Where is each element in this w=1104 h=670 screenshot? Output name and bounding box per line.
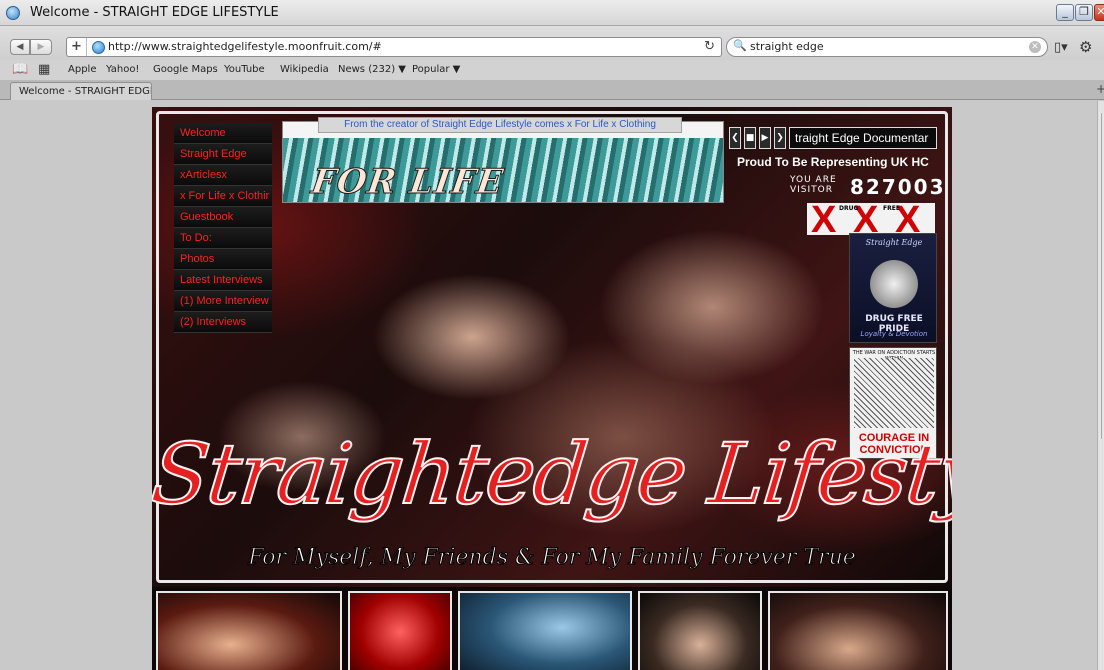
bookmarks-bar: 📖 ▦ Apple Yahoo! Google Maps YouTube Wik…	[0, 60, 1104, 80]
search-icon[interactable]: 🔍	[733, 39, 747, 52]
photo-thumbnail[interactable]	[348, 591, 452, 670]
xxx-word-free: FREE	[883, 205, 900, 212]
clothing-tagline[interactable]: From the creator of Straight Edge Lifest…	[318, 117, 682, 133]
site-nav: Welcome Straight Edge xArticlesx x For L…	[174, 123, 272, 333]
sketch-artwork	[854, 358, 934, 428]
window-title-bar: Welcome - STRAIGHT EDGE LIFESTYLE _ ❐ ✕	[0, 0, 1104, 26]
nav-latest-interviews[interactable]: Latest Interviews	[174, 270, 272, 291]
x-mark-icon: X	[811, 199, 837, 241]
previous-track-button[interactable]: ❮	[729, 127, 741, 149]
page-menu-icon[interactable]: ▯▾	[1054, 40, 1068, 55]
bookmark-yahoo[interactable]: Yahoo!	[106, 64, 139, 75]
photo-thumbnail[interactable]	[156, 591, 342, 670]
photo-thumbnail[interactable]	[638, 591, 762, 670]
reload-icon[interactable]: ↻	[704, 39, 715, 54]
url-text[interactable]: http://www.straightedgelifestyle.moonfru…	[108, 40, 382, 53]
nav-more-interview[interactable]: (1) More Interview	[174, 291, 272, 312]
badge-top-text: Straight Edge	[865, 238, 923, 247]
nav-straight-edge[interactable]: Straight Edge	[174, 144, 272, 165]
window-title: Welcome - STRAIGHT EDGE LIFESTYLE	[30, 5, 279, 20]
clear-search-icon[interactable]: ✕	[1029, 41, 1041, 53]
browser-toolbar: ◀ ▶ + http://www.straightedgelifestyle.m…	[0, 26, 1104, 60]
address-bar[interactable]: + http://www.straightedgelifestyle.moonf…	[66, 37, 722, 57]
bookmark-wikipedia[interactable]: Wikipedia	[280, 64, 329, 75]
lion-icon	[870, 260, 918, 308]
visitor-counter: YOU ARE VISITOR 827003	[790, 175, 944, 199]
nav-photos[interactable]: Photos	[174, 249, 272, 270]
minimize-button[interactable]: _	[1056, 4, 1074, 21]
gear-icon[interactable]: ⚙	[1079, 38, 1092, 56]
scrollbar-thumb[interactable]	[1099, 111, 1104, 441]
banner-logo: FOR LIFE CLOTHING	[303, 162, 532, 203]
close-button[interactable]: ✕	[1094, 4, 1104, 21]
music-player: ❮ ■ ▶ ❯ traight Edge Documentar	[729, 127, 937, 149]
nav-welcome[interactable]: Welcome	[174, 123, 272, 144]
photo-thumbnail[interactable]	[458, 591, 632, 670]
visitor-count: 827003	[850, 175, 946, 199]
bookmark-news[interactable]: News (232) ▼	[338, 64, 406, 75]
bookmark-apple[interactable]: Apple	[68, 64, 96, 75]
search-field[interactable]: 🔍 straight edge ✕	[726, 37, 1048, 57]
page-viewport: Welcome Straight Edge xArticlesx x For L…	[0, 101, 1097, 670]
xxx-word-drug: DRUG	[839, 205, 859, 212]
player-track-title: traight Edge Documentar	[789, 127, 937, 149]
xxx-logo: X X X DRUG FREE	[807, 199, 935, 241]
proud-text: Proud To Be Representing UK HC	[737, 155, 929, 169]
clothing-banner[interactable]: FOR LIFE CLOTHING	[282, 121, 724, 203]
forward-button[interactable]: ▶	[30, 39, 52, 55]
bookmark-youtube[interactable]: YouTube	[224, 64, 265, 75]
maximize-button[interactable]: ❐	[1075, 4, 1093, 21]
browser-icon	[6, 6, 20, 20]
nav-guestbook[interactable]: Guestbook	[174, 207, 272, 228]
visitor-label: YOU ARE VISITOR	[790, 175, 837, 195]
stop-button[interactable]: ■	[744, 127, 756, 149]
site-motto: For Myself, My Friends & For My Family F…	[248, 545, 857, 571]
site-container: Welcome Straight Edge xArticlesx x For L…	[152, 107, 952, 670]
bookmark-popular[interactable]: Popular ▼	[412, 64, 460, 75]
bookmark-google-maps[interactable]: Google Maps	[153, 64, 218, 75]
photo-strip	[156, 591, 948, 670]
next-track-button[interactable]: ❯	[774, 127, 786, 149]
play-button[interactable]: ▶	[759, 127, 771, 149]
tab-welcome[interactable]: Welcome - STRAIGHT EDGE ...	[10, 82, 152, 100]
nav-to-do[interactable]: To Do:	[174, 228, 272, 249]
open-book-icon[interactable]: 📖	[12, 62, 28, 77]
drug-free-pride-badge[interactable]: Straight Edge DRUG FREE PRIDE Loyalty & …	[849, 233, 937, 343]
photo-thumbnail[interactable]	[768, 591, 948, 670]
new-tab-button[interactable]: +	[1096, 82, 1104, 96]
nav-articles[interactable]: xArticlesx	[174, 165, 272, 186]
vertical-scrollbar[interactable]	[1097, 101, 1104, 670]
tab-strip: Welcome - STRAIGHT EDGE ... +	[0, 80, 1104, 100]
grid-icon[interactable]: ▦	[38, 62, 50, 77]
globe-icon	[92, 41, 105, 54]
nav-for-life-clothing[interactable]: x For Life x Clothir	[174, 186, 272, 207]
back-button[interactable]: ◀	[10, 39, 30, 55]
search-input[interactable]: straight edge	[750, 40, 824, 53]
badge-bottom-text: Loyalty & Devotion	[860, 330, 928, 338]
add-bookmark-button[interactable]: +	[67, 38, 87, 56]
nav-interviews[interactable]: (2) Interviews	[174, 312, 272, 333]
site-title: Straightedge Lifestyle	[152, 424, 952, 524]
